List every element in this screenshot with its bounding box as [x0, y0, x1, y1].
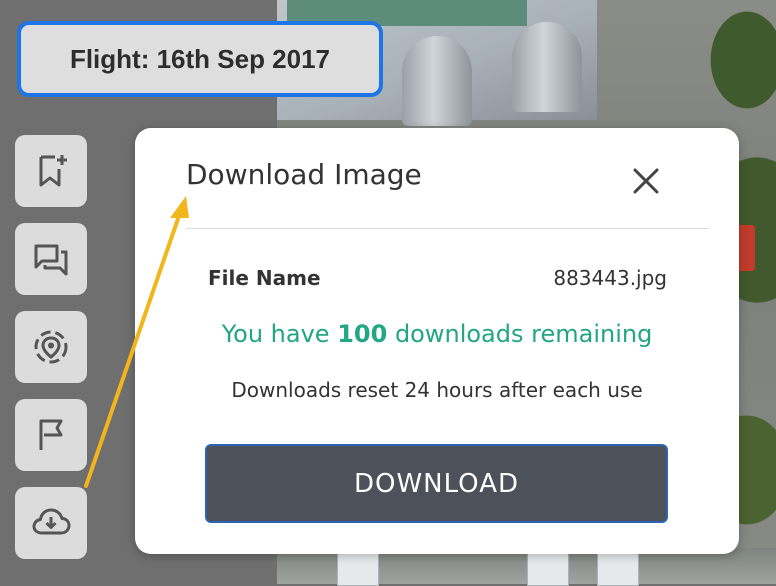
dialog-divider — [186, 228, 709, 229]
comments-button[interactable] — [15, 223, 87, 295]
flight-date-selector[interactable]: Flight: 16th Sep 2017 — [17, 21, 383, 97]
download-button-label: DOWNLOAD — [353, 468, 519, 499]
download-image-dialog: Download Image File Name 883443.jpg You … — [135, 128, 739, 554]
flight-date-label: Flight: 16th Sep 2017 — [69, 43, 331, 74]
location-button[interactable] — [15, 311, 87, 383]
dialog-title: Download Image — [186, 158, 422, 191]
remaining-suffix: downloads remaining — [387, 320, 653, 348]
flag-icon — [39, 419, 63, 450]
download-button[interactable]: DOWNLOAD — [205, 444, 668, 523]
file-name-value: 883443.jpg — [553, 266, 667, 290]
truck — [337, 552, 379, 586]
remaining-prefix: You have — [221, 320, 338, 348]
bookmark-add-button[interactable] — [15, 135, 87, 207]
cloud-download-icon — [32, 508, 71, 535]
close-button[interactable] — [629, 164, 663, 198]
bookmark-add-icon — [39, 155, 67, 187]
downloads-remaining-text: You have 100 downloads remaining — [135, 320, 739, 348]
remaining-count: 100 — [337, 320, 388, 348]
flag-button[interactable] — [15, 399, 87, 471]
vehicle — [737, 225, 755, 271]
truck — [597, 552, 639, 586]
download-tool-button[interactable] — [15, 487, 87, 559]
close-icon — [633, 168, 659, 194]
silo — [512, 22, 582, 112]
truck — [527, 552, 569, 586]
reset-note: Downloads reset 24 hours after each use — [231, 378, 643, 402]
silo — [402, 36, 472, 126]
location-target-icon — [34, 330, 68, 364]
comments-icon — [34, 244, 68, 276]
file-name-label: File Name — [208, 266, 321, 290]
